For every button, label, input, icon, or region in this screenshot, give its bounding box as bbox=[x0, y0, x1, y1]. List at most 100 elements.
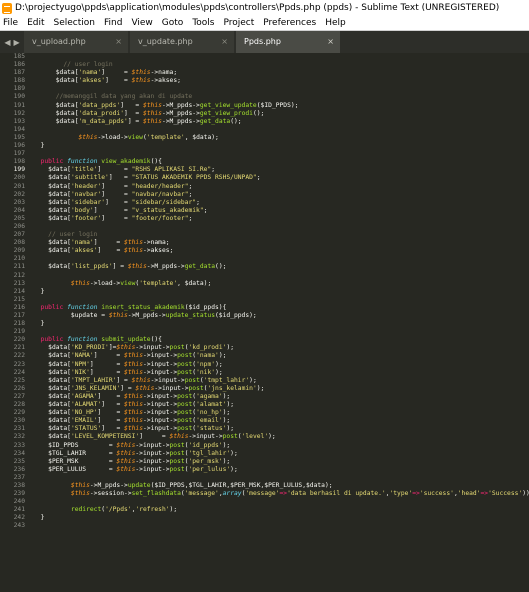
code-line[interactable]: 240 bbox=[0, 498, 529, 506]
code-line[interactable]: 236 $PER_LULUS = $this->input->post('per… bbox=[0, 466, 529, 474]
menu-goto[interactable]: Goto bbox=[162, 16, 184, 30]
code-line[interactable]: 201 $data['header'] = "header/header"; bbox=[0, 183, 529, 191]
code-token: } bbox=[33, 287, 45, 295]
menu-help[interactable]: Help bbox=[325, 16, 346, 30]
code-line[interactable]: 233 $ID_PPDS = $this->input->post('id_pp… bbox=[0, 442, 529, 450]
code-line[interactable]: 202 $data['navbar'] = "navbar/navbar"; bbox=[0, 191, 529, 199]
code-token: 'id_ppds' bbox=[188, 441, 223, 449]
code-line[interactable]: 225 $data['TMPT_LAHIR'] = $this->input->… bbox=[0, 377, 529, 385]
code-token: ->M_ppds-> bbox=[146, 263, 185, 271]
menu-file[interactable]: File bbox=[3, 16, 18, 30]
code-line[interactable]: 218 } bbox=[0, 320, 529, 328]
code-line[interactable]: 214 } bbox=[0, 288, 529, 296]
code-token: function bbox=[67, 303, 98, 311]
line-number: 220 bbox=[13, 336, 25, 344]
code-line[interactable]: 238 $this->M_ppds->update($ID_PPDS,$TGL_… bbox=[0, 482, 529, 490]
code-line[interactable]: 234 $TGL_LAHIR = $this->input->post('tgl… bbox=[0, 450, 529, 458]
code-line[interactable]: 224 $data['NIK'] = $this->input->post('n… bbox=[0, 369, 529, 377]
line-number: 215 bbox=[13, 295, 25, 303]
code-line[interactable]: 185 bbox=[0, 53, 529, 61]
code-token: $data bbox=[48, 433, 68, 441]
code-line[interactable]: 226 $data['JNS_KELAMIN'] = $this->input-… bbox=[0, 385, 529, 393]
code-line[interactable]: 189 bbox=[0, 85, 529, 93]
code-token: ] = bbox=[120, 384, 136, 392]
code-line[interactable]: 215 bbox=[0, 296, 529, 304]
close-icon[interactable]: × bbox=[221, 31, 228, 53]
menu-view[interactable]: View bbox=[131, 16, 152, 30]
code-token: $this bbox=[142, 101, 162, 109]
code-token: post bbox=[184, 376, 200, 384]
menu-project[interactable]: Project bbox=[223, 16, 254, 30]
menu-tools[interactable]: Tools bbox=[192, 16, 214, 30]
code-token: ] = bbox=[127, 117, 143, 125]
code-line[interactable]: 237 bbox=[0, 474, 529, 482]
menu-selection[interactable]: Selection bbox=[54, 16, 95, 30]
code-line[interactable]: 194 bbox=[0, 126, 529, 134]
tab-ppds-php[interactable]: Ppds.php × bbox=[236, 31, 340, 53]
code-line[interactable]: 243 bbox=[0, 522, 529, 530]
code-line[interactable]: 235 $PER_MSK = $this->input->post('per_m… bbox=[0, 458, 529, 466]
code-line[interactable]: 211 $data['list_ppds'] = $this->M_ppds->… bbox=[0, 263, 529, 271]
code-text: $this->M_ppds->update($ID_PPDS,$TGL_LAHI… bbox=[33, 482, 333, 490]
menu-preferences[interactable]: Preferences bbox=[263, 16, 316, 30]
code-line[interactable]: 209 $data['akses'] = $this->akses; bbox=[0, 247, 529, 255]
code-line[interactable]: 196 } bbox=[0, 142, 529, 150]
code-line[interactable]: 232 $data['LEVEL_KOMPETENSI'] = $this->i… bbox=[0, 433, 529, 441]
code-line[interactable]: 198 public function view_akademik(){ bbox=[0, 158, 529, 166]
code-token: "sidebar/sidebar" bbox=[131, 198, 197, 206]
code-line[interactable]: 197 bbox=[0, 150, 529, 158]
code-line[interactable]: 203 $data['sidebar'] = "sidebar/sidebar"… bbox=[0, 199, 529, 207]
tab-v-upload-php[interactable]: v_upload.php × bbox=[24, 31, 128, 53]
code-line[interactable]: 188 $data['akses'] = $this->akses; bbox=[0, 77, 529, 85]
code-line[interactable]: 200 $data['subtitle'] = "STATUS AKADEMIK… bbox=[0, 174, 529, 182]
code-line[interactable]: 217 $update = $this->M_ppds->update_stat… bbox=[0, 312, 529, 320]
code-token: ->input-> bbox=[150, 376, 185, 384]
code-line[interactable]: 206 bbox=[0, 223, 529, 231]
code-line[interactable]: 199 $data['title'] = "RSHS APLIKASI SI.R… bbox=[0, 166, 529, 174]
code-token: $this bbox=[108, 312, 128, 319]
code-text: $this->load->view('template', $data); bbox=[33, 134, 219, 142]
code-token: ] = bbox=[108, 174, 132, 182]
code-line[interactable]: 195 $this->load->view('template', $data)… bbox=[0, 134, 529, 142]
menu-find[interactable]: Find bbox=[104, 16, 122, 30]
code-line[interactable]: 223 $data['NPM'] = $this->input->post('n… bbox=[0, 361, 529, 369]
code-line[interactable]: 193 $data['m_data_ppds'] = $this->M_ppds… bbox=[0, 118, 529, 126]
code-line[interactable]: 242 } bbox=[0, 514, 529, 522]
code-editor[interactable]: 185 186 // user login 187 $data['nama'] = … bbox=[0, 53, 529, 592]
code-token: } bbox=[33, 514, 45, 522]
line-number: 187 bbox=[13, 69, 25, 77]
code-line[interactable]: 191 $data['data_ppds'] = $this->M_ppds->… bbox=[0, 102, 529, 110]
code-line[interactable]: 216 public function insert_status_akadem… bbox=[0, 304, 529, 312]
line-number: 210 bbox=[13, 255, 25, 263]
code-line[interactable]: 227 $data['AGAMA'] = $this->input->post(… bbox=[0, 393, 529, 401]
code-line[interactable]: 241 redirect('/Ppds','refresh'); bbox=[0, 506, 529, 514]
code-token: ] = bbox=[97, 409, 125, 417]
code-token: 'nik' bbox=[196, 368, 216, 376]
code-line[interactable]: 205 $data['footer'] = "footer/footer"; bbox=[0, 215, 529, 223]
code-line[interactable]: 239 $this->session->set_flashdata('messa… bbox=[0, 490, 529, 498]
line-number: 192 bbox=[13, 109, 25, 117]
code-line[interactable]: 212 bbox=[0, 272, 529, 280]
tab-v-update-php[interactable]: v_update.php × bbox=[130, 31, 234, 53]
tab-prev-icon[interactable]: ◀ bbox=[4, 38, 10, 47]
tab-nav-arrows[interactable]: ◀ ▶ bbox=[0, 31, 24, 53]
code-line[interactable]: 204 $data['body'] = "v_status_akademik"; bbox=[0, 207, 529, 215]
code-line[interactable]: 228 $data['ALAMAT'] = $this->input->post… bbox=[0, 401, 529, 409]
code-token: ] = bbox=[89, 360, 125, 368]
code-line[interactable]: 186 // user login bbox=[0, 61, 529, 69]
close-icon[interactable]: × bbox=[115, 31, 122, 53]
code-line[interactable]: 213 $this->load->view('template', $data)… bbox=[0, 280, 529, 288]
close-icon[interactable]: × bbox=[327, 31, 334, 53]
code-line[interactable]: 192 $data['data_prodi'] = $this->M_ppds-… bbox=[0, 110, 529, 118]
code-line[interactable]: 207 // user login bbox=[0, 231, 529, 239]
code-token: post bbox=[177, 352, 193, 360]
code-line[interactable]: 190 //memanggil data yang akan di update bbox=[0, 93, 529, 101]
code-line[interactable]: 222 $data['NAMA'] = $this->input->post('… bbox=[0, 352, 529, 360]
code-text: $ID_PPDS = $this->input->post('id_ppds')… bbox=[33, 442, 230, 450]
menu-edit[interactable]: Edit bbox=[27, 16, 44, 30]
tab-next-icon[interactable]: ▶ bbox=[14, 38, 20, 47]
code-line[interactable]: 229 $data['NO_HP'] = $this->input->post(… bbox=[0, 409, 529, 417]
code-token: ] = bbox=[105, 198, 132, 206]
